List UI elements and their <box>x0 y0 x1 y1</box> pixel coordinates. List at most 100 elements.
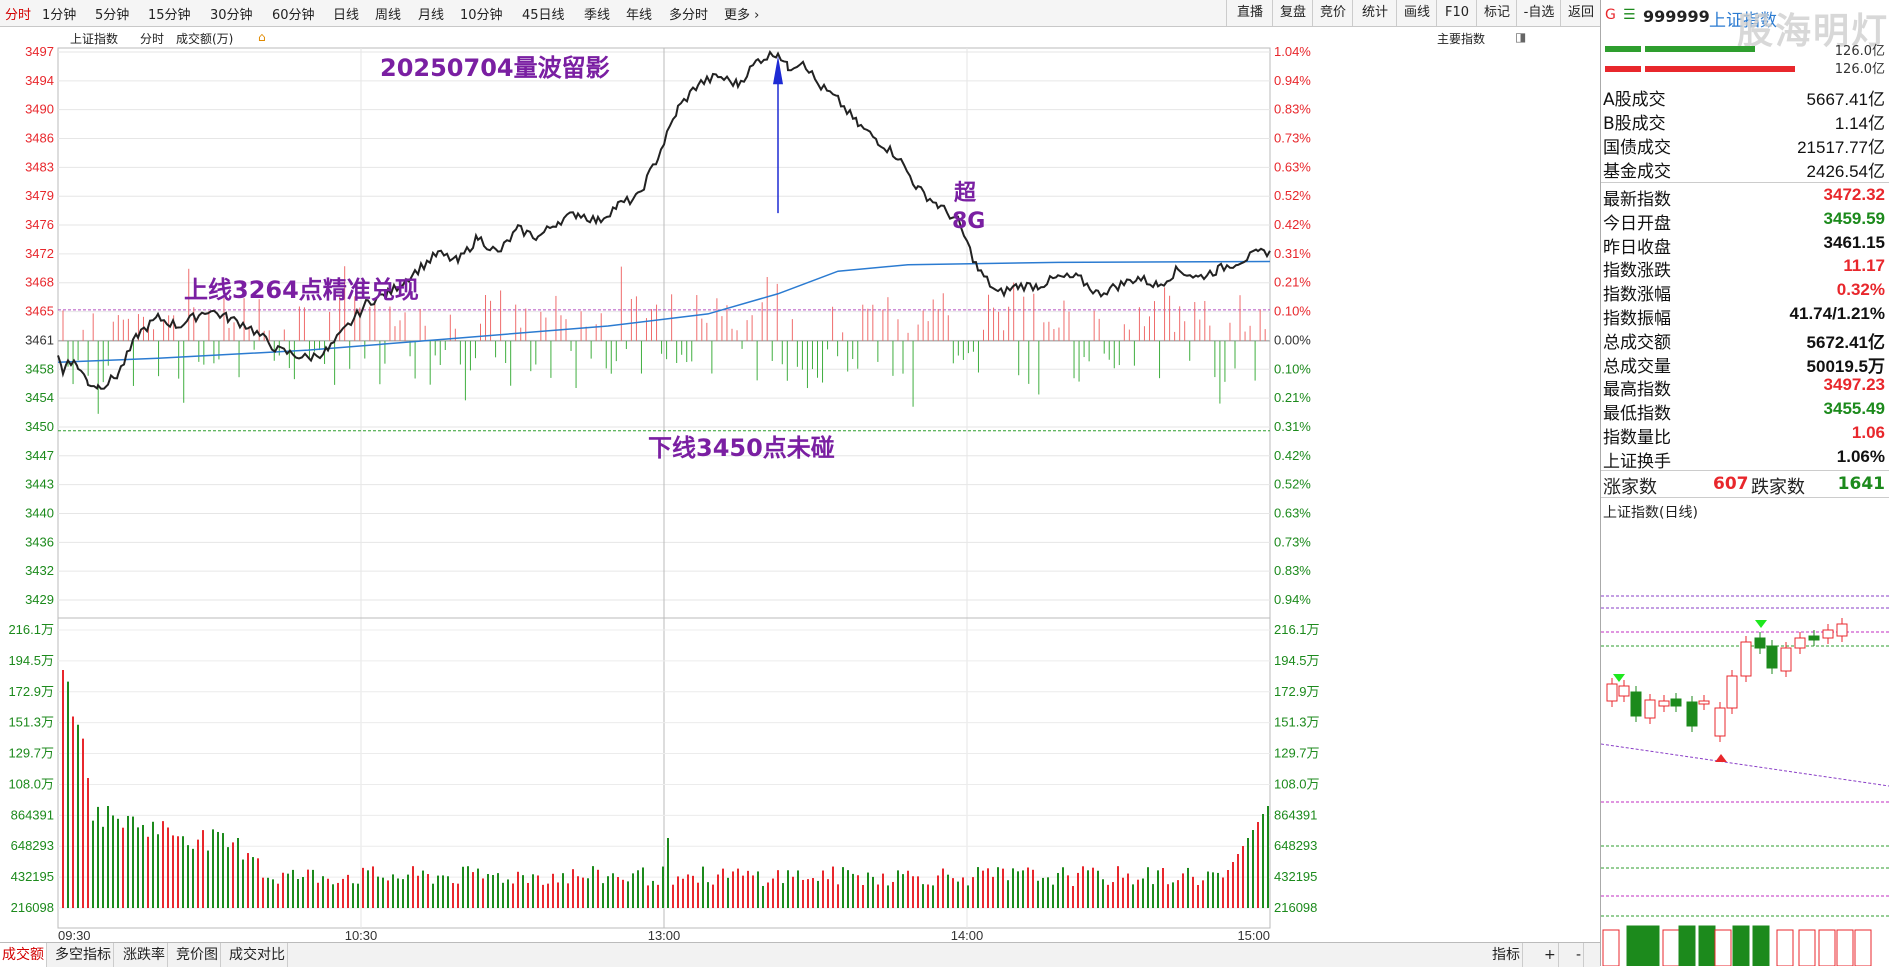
daily-candle <box>1726 675 1738 709</box>
time-label: 15:00 <box>1237 928 1270 942</box>
row-value: 3497.23 <box>1823 375 1885 395</box>
price-label: 3432 <box>25 563 54 578</box>
row-label: B股成交 <box>1603 114 1666 134</box>
vol-label: 432195 <box>11 869 54 884</box>
daily-volume-bar <box>1662 929 1680 966</box>
index-row: 最新指数 3472.32 <box>1601 184 1889 210</box>
indicator-tabbar: 成交额 多空指标 涨跌率 竞价图 成交对比 指标 + - <box>0 942 1600 967</box>
row-label: 昨日收盘 <box>1603 237 1671 258</box>
row-value: 11.17 <box>1843 256 1885 276</box>
vol-label-right: 648293 <box>1274 838 1317 853</box>
daily-candle <box>1714 707 1726 737</box>
daily-volume-bar <box>1818 929 1836 966</box>
daily-candle <box>1780 647 1792 672</box>
daily-volume-bar <box>1642 925 1660 966</box>
price-label: 3443 <box>25 477 54 492</box>
row-value: 3461.15 <box>1823 232 1885 252</box>
down-arrow-icon <box>1613 674 1625 682</box>
price-label: 3472 <box>25 246 54 261</box>
vol-label-right: 432195 <box>1274 869 1317 884</box>
vol-label: 129.7万 <box>8 746 54 761</box>
price-label: 3468 <box>25 275 54 290</box>
pct-label: 0.31% <box>1274 419 1311 434</box>
up-arrow-icon <box>1715 754 1727 762</box>
daily-candle <box>1670 698 1682 707</box>
pct-label: 0.83% <box>1274 102 1311 117</box>
row-value: 3455.49 <box>1823 399 1885 419</box>
daily-candle <box>1644 699 1656 719</box>
row-label: 总成交量 <box>1603 356 1671 377</box>
indicator-tab-3[interactable]: 竞价图 <box>174 943 221 967</box>
intraday-chart[interactable]: 3497 1.04% 3494 0.94% 3490 0.83% 3486 0.73% 3483… <box>0 0 1600 942</box>
vol-label: 864391 <box>11 807 54 822</box>
vol-label-right: 216.1万 <box>1274 622 1320 637</box>
daily-volume-bar <box>1714 929 1732 966</box>
daily-volume-bar <box>1798 929 1816 966</box>
vol-label-right: 129.7万 <box>1274 746 1320 761</box>
row-value: 2426.54亿 <box>1806 162 1885 181</box>
daily-candle <box>1836 623 1848 637</box>
volume-bars: 126.0亿 126.0亿 <box>1601 44 1889 77</box>
row-value: 50019.5万 <box>1806 356 1885 376</box>
time-label: 13:00 <box>648 928 681 942</box>
pct-label: 1.04% <box>1274 44 1311 59</box>
pct-label: 0.83% <box>1274 563 1311 578</box>
top-val-2: 126.0亿 <box>1834 62 1885 77</box>
daily-kline-chart[interactable] <box>1601 496 1889 966</box>
row-value: 1.06% <box>1836 446 1885 466</box>
price-label: 3440 <box>25 505 54 520</box>
pct-label: 0.00% <box>1274 332 1311 347</box>
index-row: 上证换手 1.06% <box>1601 446 1889 472</box>
daily-candle <box>1754 637 1766 649</box>
index-row: 指数量比 1.06 <box>1601 422 1889 448</box>
decline-count: 1641 <box>1837 474 1885 494</box>
price-label: 3479 <box>25 188 54 203</box>
row-label: 今日开盘 <box>1603 213 1671 234</box>
market-row: 基金成交 2426.54亿 <box>1601 156 1889 182</box>
daily-volume-bar <box>1752 925 1770 966</box>
bottom-control-0[interactable]: 指标 <box>1490 943 1523 967</box>
menu-icon[interactable]: ☰ <box>1623 7 1636 23</box>
daily-volume-bar <box>1678 925 1696 966</box>
row-value: 5672.41亿 <box>1806 332 1885 352</box>
daily-volume-bar <box>1854 929 1872 966</box>
indicator-tab-2[interactable]: 涨跌率 <box>121 943 168 967</box>
pct-label: 0.42% <box>1274 217 1311 232</box>
quote-panel: G ☰ 999999 上证指数 股海明灯 126.0亿 126.0亿 A股成交 5… <box>1600 0 1890 966</box>
daily-candle <box>1740 641 1752 677</box>
market-row: A股成交 5667.41亿 <box>1601 84 1889 110</box>
index-row: 指数涨跌 11.17 <box>1601 255 1889 281</box>
indicator-tab-1[interactable]: 多空指标 <box>53 943 114 967</box>
row-value: 3472.32 <box>1823 185 1885 204</box>
row-value: 1.06 <box>1851 423 1885 442</box>
index-row: 昨日收盘 3461.15 <box>1601 232 1889 258</box>
row-label: 指数涨幅 <box>1603 285 1671 306</box>
bottom-control-1[interactable]: + <box>1542 943 1559 967</box>
price-label: 3497 <box>25 44 54 59</box>
time-label: 14:00 <box>951 928 984 942</box>
price-label: 3429 <box>25 592 54 607</box>
indicator-tab-4[interactable]: 成交对比 <box>227 943 288 967</box>
daily-volume-bar <box>1626 925 1644 966</box>
g-icon[interactable]: G <box>1605 7 1616 23</box>
daily-volume-bar <box>1836 929 1854 966</box>
row-label: 基金成交 <box>1603 162 1671 182</box>
vol-label-right: 108.0万 <box>1274 776 1320 791</box>
price-label: 3490 <box>25 102 54 117</box>
advance-count: 607 <box>1713 474 1749 494</box>
price-label: 3458 <box>25 361 54 376</box>
row-value: 0.32% <box>1836 280 1885 300</box>
vol-label: 648293 <box>11 838 54 853</box>
market-row: B股成交 1.14亿 <box>1601 108 1889 134</box>
bottom-control-2[interactable]: - <box>1574 943 1585 967</box>
pct-label: 0.52% <box>1274 188 1311 203</box>
price-label: 3461 <box>25 332 54 347</box>
vol-label-right: 151.3万 <box>1274 715 1320 730</box>
index-row: 指数振幅 41.74/1.21% <box>1601 303 1889 329</box>
vol-label: 216098 <box>11 900 54 915</box>
indicator-tab-0[interactable]: 成交额 <box>0 943 47 967</box>
index-row: 最低指数 3455.49 <box>1601 398 1889 424</box>
vol-label: 108.0万 <box>8 776 54 791</box>
daily-volume-bar <box>1602 929 1620 966</box>
daily-volume-bar <box>1698 925 1716 966</box>
